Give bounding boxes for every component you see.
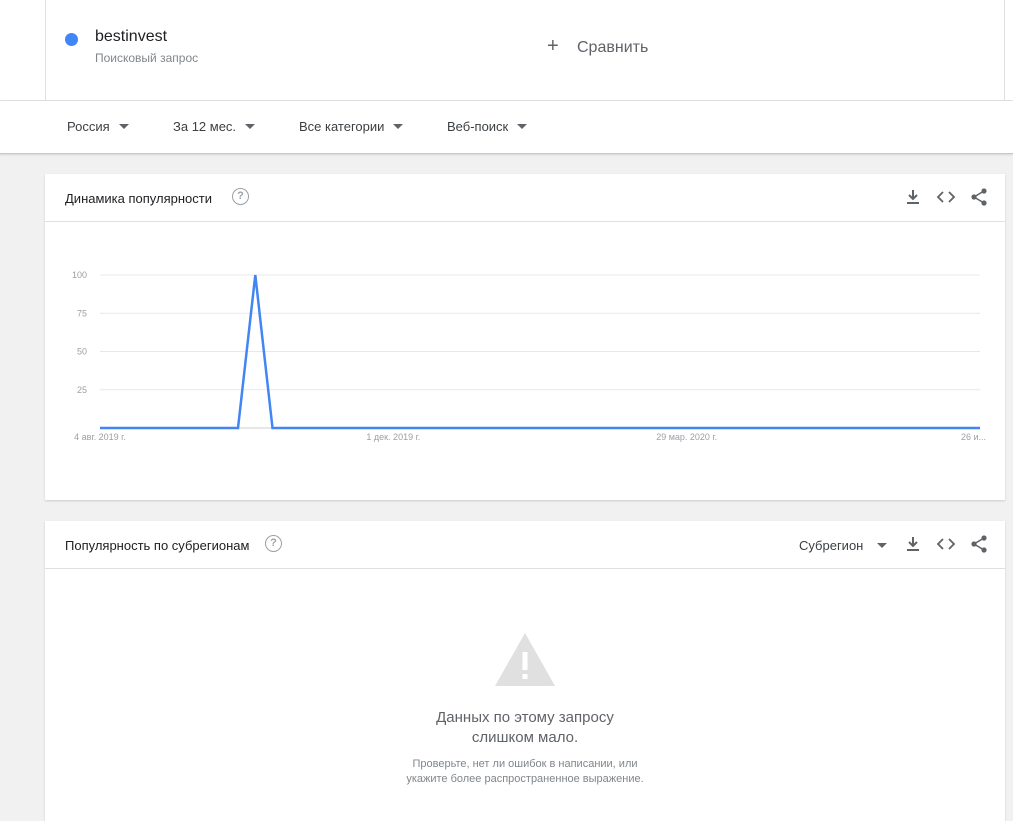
empty-state-title-line: Данных по этому запросу xyxy=(436,709,614,726)
x-tick-label: 4 авг. 2019 г. xyxy=(74,432,126,442)
subregion-select-label: Субрегион xyxy=(799,538,864,553)
region-filter-label: Россия xyxy=(67,119,110,134)
chevron-down-icon xyxy=(393,124,404,129)
empty-state-hint-line: Проверьте, нет ли ошибок в написании, ил… xyxy=(412,758,638,770)
chevron-down-icon xyxy=(877,543,888,548)
interest-over-time-card: Динамика популярности ? 100 75 50 25 4 авг.… xyxy=(45,174,1005,500)
term-card[interactable]: bestinvest Поисковый запрос xyxy=(45,0,526,100)
y-tick-label: 100 xyxy=(72,270,87,280)
y-tick-label: 50 xyxy=(77,347,87,357)
warning-icon xyxy=(494,632,556,692)
empty-state-title: Данных по этому запросу слишком мало. xyxy=(375,708,675,748)
download-icon[interactable] xyxy=(903,534,923,554)
y-tick-label: 25 xyxy=(77,385,87,395)
card-title: Динамика популярности xyxy=(65,191,212,206)
card-title: Популярность по субрегионам xyxy=(65,538,250,553)
filter-bar: Россия За 12 мес. Все категории Веб-поис… xyxy=(0,101,1013,154)
compare-label: Сравнить xyxy=(577,39,649,56)
card-header: Популярность по субрегионам ? Субрегион xyxy=(45,521,1005,569)
plus-icon: + xyxy=(547,35,559,57)
x-tick-label: 1 дек. 2019 г. xyxy=(366,432,420,442)
x-tick-label: 26 и... xyxy=(961,432,986,442)
interest-chart: 100 75 50 25 4 авг. 2019 г. 1 дек. 2019 г. 29… xyxy=(45,222,1005,457)
period-filter-label: За 12 мес. xyxy=(173,119,237,134)
empty-state-hint-line: укажите более распространенное выражение… xyxy=(406,773,644,785)
chevron-down-icon xyxy=(517,124,528,129)
compare-button[interactable]: + Сравнить xyxy=(525,0,1005,100)
search-type-filter-label: Веб-поиск xyxy=(447,119,509,134)
y-tick-label: 75 xyxy=(77,308,87,318)
region-filter[interactable]: Россия xyxy=(67,119,129,134)
category-filter[interactable]: Все категории xyxy=(299,119,404,134)
help-icon[interactable]: ? xyxy=(265,535,282,552)
term-name[interactable]: bestinvest xyxy=(95,28,167,46)
share-icon[interactable] xyxy=(969,534,989,554)
download-icon[interactable] xyxy=(903,187,923,207)
category-filter-label: Все категории xyxy=(299,119,385,134)
period-filter[interactable]: За 12 мес. xyxy=(173,119,256,134)
term-color-dot xyxy=(65,33,78,46)
search-terms-bar: bestinvest Поисковый запрос + Сравнить xyxy=(0,0,1013,101)
embed-icon[interactable] xyxy=(936,534,956,554)
help-icon[interactable]: ? xyxy=(232,188,249,205)
empty-state-title-line: слишком мало. xyxy=(471,729,579,746)
chevron-down-icon xyxy=(118,124,129,129)
chevron-down-icon xyxy=(245,124,256,129)
interest-chart-svg: 100 75 50 25 4 авг. 2019 г. 1 дек. 2019 г. 29… xyxy=(72,270,986,442)
empty-state-hint: Проверьте, нет ли ошибок в написании, ил… xyxy=(375,757,675,787)
x-tick-label: 29 мар. 2020 г. xyxy=(656,432,717,442)
subregion-select[interactable]: Субрегион xyxy=(799,538,888,553)
subregion-card: Популярность по субрегионам ? Субрегион … xyxy=(45,521,1005,821)
search-type-filter[interactable]: Веб-поиск xyxy=(447,119,528,134)
embed-icon[interactable] xyxy=(936,187,956,207)
term-subtitle: Поисковый запрос xyxy=(95,51,199,65)
share-icon[interactable] xyxy=(969,187,989,207)
card-header: Динамика популярности ? xyxy=(45,174,1005,222)
